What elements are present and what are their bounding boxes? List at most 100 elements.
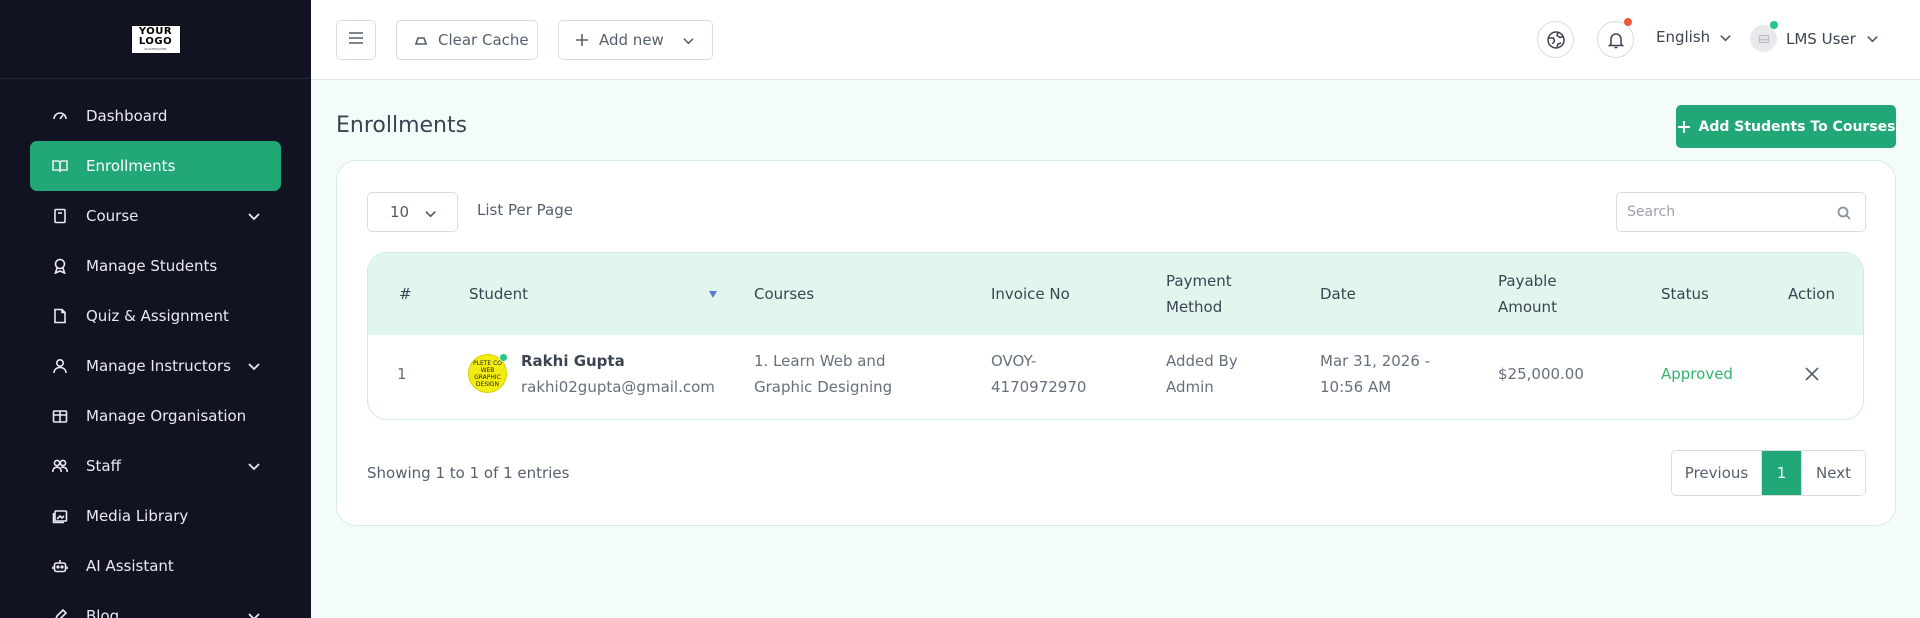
add-students-label: Add Students To Courses — [1698, 118, 1896, 135]
date-line1: Mar 31, 2026 - — [1320, 352, 1431, 370]
menu-toggle-button[interactable] — [336, 20, 376, 60]
chevron-down-icon[interactable] — [247, 359, 261, 377]
logo-area: YOUR LOGO PLACEHOLDER — [0, 0, 311, 79]
sidebar-item-blog[interactable]: Blog — [0, 591, 311, 618]
chevron-down-icon — [1866, 32, 1879, 45]
close-icon[interactable] — [1805, 367, 1819, 381]
brand-logo[interactable]: YOUR LOGO PLACEHOLDER — [130, 24, 181, 54]
bell-icon — [1606, 30, 1626, 50]
date-line2: 10:56 AM — [1320, 378, 1392, 396]
plus-icon — [1677, 120, 1699, 134]
user-menu[interactable]: LMS User — [1750, 21, 1879, 52]
avatar-text-2: WEB — [480, 366, 495, 374]
eraser-icon — [413, 32, 429, 48]
logo-line-2: LOGO — [138, 36, 173, 47]
column-header-payment-line1: Payment — [1166, 272, 1232, 290]
pagination: Previous 1 Next — [1671, 450, 1866, 496]
per-page-label: List Per Page — [477, 201, 573, 219]
column-header-invoice: Invoice No — [991, 285, 1070, 303]
user-icon — [51, 357, 69, 375]
status-badge: Approved — [1661, 365, 1733, 383]
avatar — [1750, 21, 1778, 52]
course-cell: 1. Learn Web and Graphic Designing — [754, 348, 892, 400]
invoice-line1: OVOY- — [991, 352, 1037, 370]
enrollments-table: # Student Courses Invoice No Payment Met… — [367, 252, 1864, 420]
column-header-payable-amount: Payable Amount — [1498, 268, 1557, 320]
course-line1: 1. Learn Web and — [754, 352, 886, 370]
sidebar-item-label: Staff — [86, 457, 121, 475]
column-header-status: Status — [1661, 285, 1709, 303]
chevron-down-icon[interactable] — [247, 459, 261, 477]
per-page-select[interactable]: 10 — [367, 192, 458, 232]
sidebar-item-label: Enrollments — [86, 157, 176, 175]
blog-icon — [51, 607, 69, 618]
sidebar-item-manage-instructors[interactable]: Manage Instructors — [0, 341, 311, 391]
chevron-down-icon — [682, 34, 695, 47]
users-icon — [51, 457, 69, 475]
book-icon — [51, 207, 69, 225]
search-icon[interactable] — [1837, 205, 1851, 224]
sidebar-item-media-library[interactable]: Media Library — [0, 491, 311, 541]
showing-entries-text: Showing 1 to 1 of 1 entries — [367, 464, 570, 482]
sidebar-item-label: Manage Instructors — [86, 357, 231, 375]
sidebar: YOUR LOGO PLACEHOLDER Dashboard Enrollme… — [0, 0, 311, 618]
payment-method-line1: Added By — [1166, 352, 1238, 370]
sidebar-item-dashboard[interactable]: Dashboard — [0, 91, 311, 141]
invoice-line2: 4170972970 — [991, 378, 1087, 396]
date-cell: Mar 31, 2026 - 10:56 AM — [1320, 348, 1430, 400]
pagination-next[interactable]: Next — [1801, 451, 1865, 495]
column-header-amount-line2: Amount — [1498, 298, 1557, 316]
online-status-dot — [499, 353, 508, 362]
plus-icon — [575, 33, 589, 47]
sidebar-item-label: Quiz & Assignment — [86, 307, 229, 325]
sidebar-item-enrollments[interactable]: Enrollments — [30, 141, 281, 191]
sidebar-item-manage-students[interactable]: Manage Students — [0, 241, 311, 291]
add-students-to-courses-button[interactable]: Add Students To Courses — [1676, 105, 1896, 148]
add-new-label: Add new — [599, 31, 664, 49]
column-header-courses: Courses — [754, 285, 815, 303]
sidebar-item-label: Blog — [86, 607, 120, 618]
student-name[interactable]: Rakhi Gupta — [521, 348, 625, 374]
per-page-value: 10 — [390, 203, 410, 221]
sidebar-item-label: AI Assistant — [86, 557, 174, 575]
sort-desc-icon[interactable] — [709, 291, 717, 298]
language-globe-button[interactable] — [1537, 21, 1574, 58]
column-header-payment-method: Payment Method — [1166, 268, 1232, 320]
chevron-down-icon[interactable] — [247, 609, 261, 618]
table-header-row: # Student Courses Invoice No Payment Met… — [368, 253, 1863, 335]
column-header-student[interactable]: Student — [469, 281, 528, 307]
course-line2: Graphic Designing — [754, 378, 893, 396]
row-index: 1 — [397, 365, 407, 383]
search-input[interactable] — [1617, 193, 1817, 231]
sidebar-item-label: Manage Organisation — [86, 407, 247, 425]
add-new-dropdown[interactable]: Add new — [558, 20, 713, 60]
sidebar-item-manage-organisation[interactable]: Manage Organisation — [0, 391, 311, 441]
notifications-button[interactable] — [1597, 21, 1634, 58]
clear-cache-label: Clear Cache — [438, 31, 529, 49]
media-icon — [51, 507, 69, 525]
page-title: Enrollments — [336, 113, 468, 138]
search-box — [1616, 192, 1866, 232]
sidebar-nav: Dashboard Enrollments Course Manage Stud… — [0, 79, 311, 618]
sidebar-item-course[interactable]: Course — [0, 191, 311, 241]
sidebar-item-ai-assistant[interactable]: AI Assistant — [0, 541, 311, 591]
hamburger-icon — [346, 28, 366, 52]
chevron-down-icon[interactable] — [247, 209, 261, 227]
notification-badge — [1624, 18, 1632, 26]
column-header-date: Date — [1320, 285, 1356, 303]
sidebar-item-quiz-assignment[interactable]: Quiz & Assignment — [0, 291, 311, 341]
logo-tagline: PLACEHOLDER — [144, 47, 167, 51]
sidebar-item-staff[interactable]: Staff — [0, 441, 311, 491]
payment-method-line2: Admin — [1166, 378, 1214, 396]
payable-amount: $25,000.00 — [1498, 365, 1584, 383]
chevron-down-icon — [425, 211, 436, 218]
column-header-index: # — [399, 285, 412, 303]
pagination-page-1[interactable]: 1 — [1762, 451, 1801, 495]
clear-cache-button[interactable]: Clear Cache — [396, 20, 538, 60]
chevron-down-icon — [1719, 31, 1732, 44]
pagination-previous[interactable]: Previous — [1672, 451, 1762, 495]
payment-method-cell: Added By Admin — [1166, 348, 1238, 400]
robot-icon — [51, 557, 69, 575]
sidebar-item-label: Media Library — [86, 507, 189, 525]
language-select[interactable]: English — [1656, 28, 1732, 46]
